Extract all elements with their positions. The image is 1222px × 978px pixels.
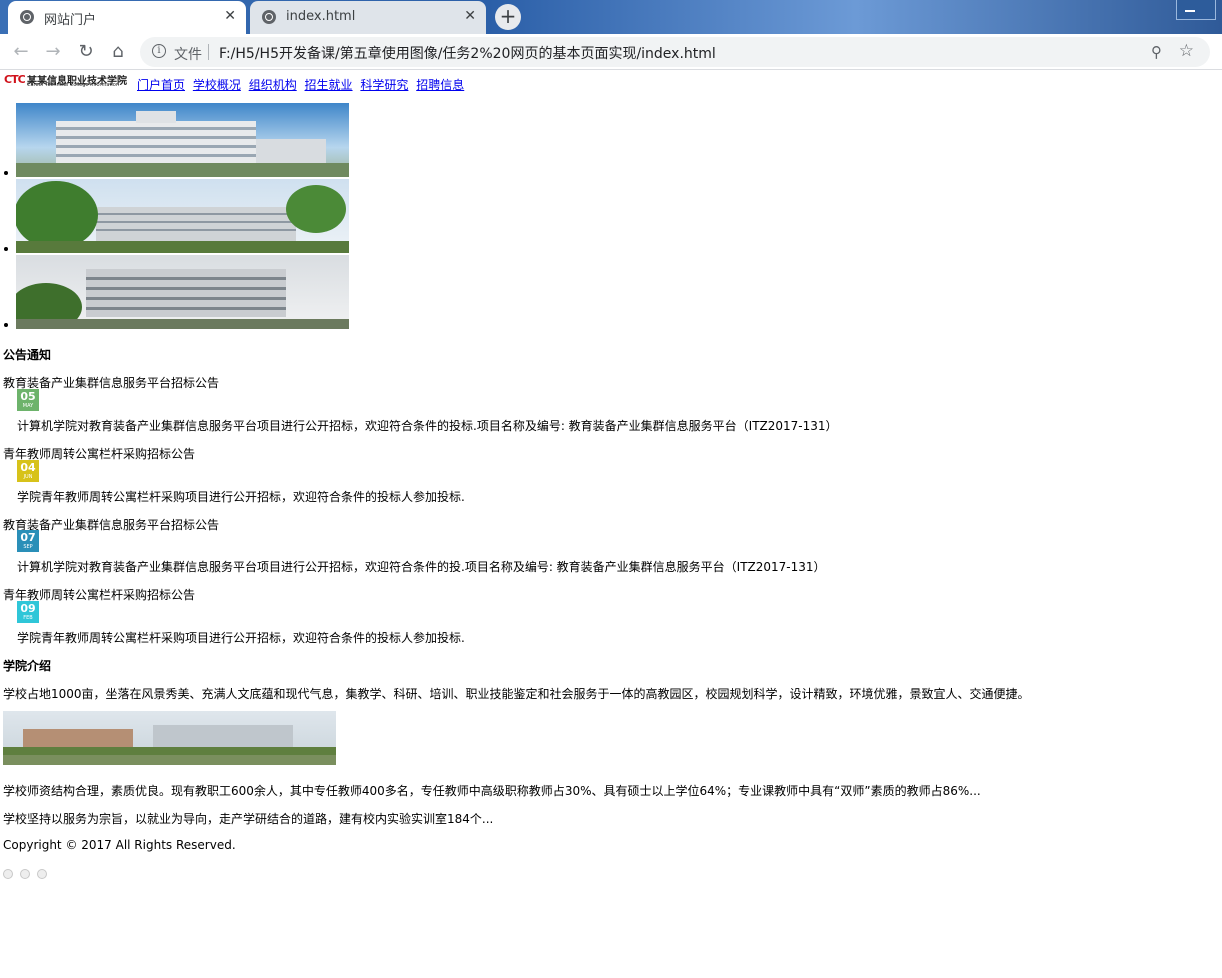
date-month: MAY [22,403,34,409]
date-day: 04 [20,461,36,474]
forward-icon[interactable]: → [42,41,64,63]
date-month: JUN [23,474,33,480]
nav-link-research[interactable]: 科学研究 [360,78,408,92]
url-text[interactable]: F:/H5/H5开发备课/第五章使用图像/任务2%20网页的基本页面实现/ind… [219,43,716,63]
social-icons [3,868,50,882]
address-bar[interactable]: i 文件 F:/H5/H5开发备课/第五章使用图像/任务2%20网页的基本页面实… [140,37,1210,67]
globe-icon [262,10,276,24]
nav-link-home[interactable]: 门户首页 [137,78,185,92]
date-day: 05 [20,390,36,403]
intro-paragraph: 学校师资结构合理，素质优良。现有教职工600余人，其中专任教师400多名，专任教… [3,784,981,798]
intro-paragraph: 学校坚持以服务为宗旨，以就业为导向，走产学研结合的道路，建有校内实验实训室184… [3,812,494,826]
close-icon[interactable]: ✕ [224,8,236,24]
date-month: FEB [23,615,33,621]
date-day: 09 [20,602,36,615]
slide-image-1 [16,103,349,177]
date-badge: 07 SEP [17,530,39,552]
date-month: SEP [23,544,33,550]
notice-description: 计算机学院对教育装备产业集群信息服务平台项目进行公开招标，欢迎符合条件的投标.项… [17,419,838,433]
slide-image-2 [16,179,349,253]
home-icon[interactable]: ⌂ [107,41,129,63]
logo-subtitle: Career Technical College Information [27,82,120,88]
campus-panorama-image [3,711,336,765]
main-nav: 门户首页 学校概况 组织机构 招生就业 科学研究 招聘信息 [137,76,468,93]
logo-mark: CTC [4,73,26,86]
nav-link-overview[interactable]: 学校概况 [193,78,241,92]
nav-link-jobs[interactable]: 招聘信息 [416,78,464,92]
qq-icon[interactable] [36,869,47,879]
date-badge: 04 JUN [17,460,39,482]
date-day: 07 [20,531,36,544]
nav-link-organization[interactable]: 组织机构 [249,78,297,92]
list-bullet [4,323,8,327]
close-icon[interactable]: ✕ [464,8,476,24]
tab-title: index.html [286,9,356,24]
date-badge: 05 MAY [17,389,39,411]
reload-icon[interactable]: ↻ [75,41,97,63]
tab-title: 网站门户 [44,13,97,28]
minimize-button[interactable] [1176,0,1216,20]
browser-tab-strip: 网站门户 ✕ index.html ✕ + [0,0,1222,34]
scheme-label: 文件 [174,47,202,63]
tab-portal[interactable]: 网站门户 ✕ [8,1,246,34]
nav-link-admission[interactable]: 招生就业 [305,78,353,92]
weibo-icon[interactable] [3,869,13,879]
globe-icon [20,10,34,24]
notice-description: 学院青年教师周转公寓栏杆采购项目进行公开招标，欢迎符合条件的投标人参加投标. [17,490,465,504]
tab-index[interactable]: index.html ✕ [250,1,486,34]
info-icon[interactable]: i [152,44,166,58]
date-badge: 09 FEB [17,601,39,623]
zoom-icon[interactable]: ⚲ [1151,43,1162,61]
wechat-icon[interactable] [19,869,30,879]
list-bullet [4,171,8,175]
intro-heading: 学院介绍 [3,659,52,673]
slide-image-3 [16,255,349,329]
notice-description: 计算机学院对教育装备产业集群信息服务平台项目进行公开招标，欢迎符合条件的投.项目… [17,560,826,574]
divider [208,44,209,60]
college-logo: CTC 某某信息职业技术学院 Career Technical College … [4,73,130,88]
intro-paragraph: 学校占地1000亩，坐落在风景秀美、充满人文底蕴和现代气息，集教学、科研、培训、… [3,687,1030,701]
new-tab-button[interactable]: + [495,4,521,30]
list-bullet [4,247,8,251]
notices-heading: 公告通知 [3,348,52,362]
browser-toolbar: ← → ↻ ⌂ i 文件 F:/H5/H5开发备课/第五章使用图像/任务2%20… [0,34,1222,70]
copyright-text: Copyright © 2017 All Rights Reserved. [3,838,236,852]
notice-description: 学院青年教师周转公寓栏杆采购项目进行公开招标，欢迎符合条件的投标人参加投标. [17,631,465,645]
bookmark-star-icon[interactable]: ☆ [1179,41,1194,61]
back-icon[interactable]: ← [10,41,32,63]
page-content: CTC 某某信息职业技术学院 Career Technical College … [0,71,1222,978]
